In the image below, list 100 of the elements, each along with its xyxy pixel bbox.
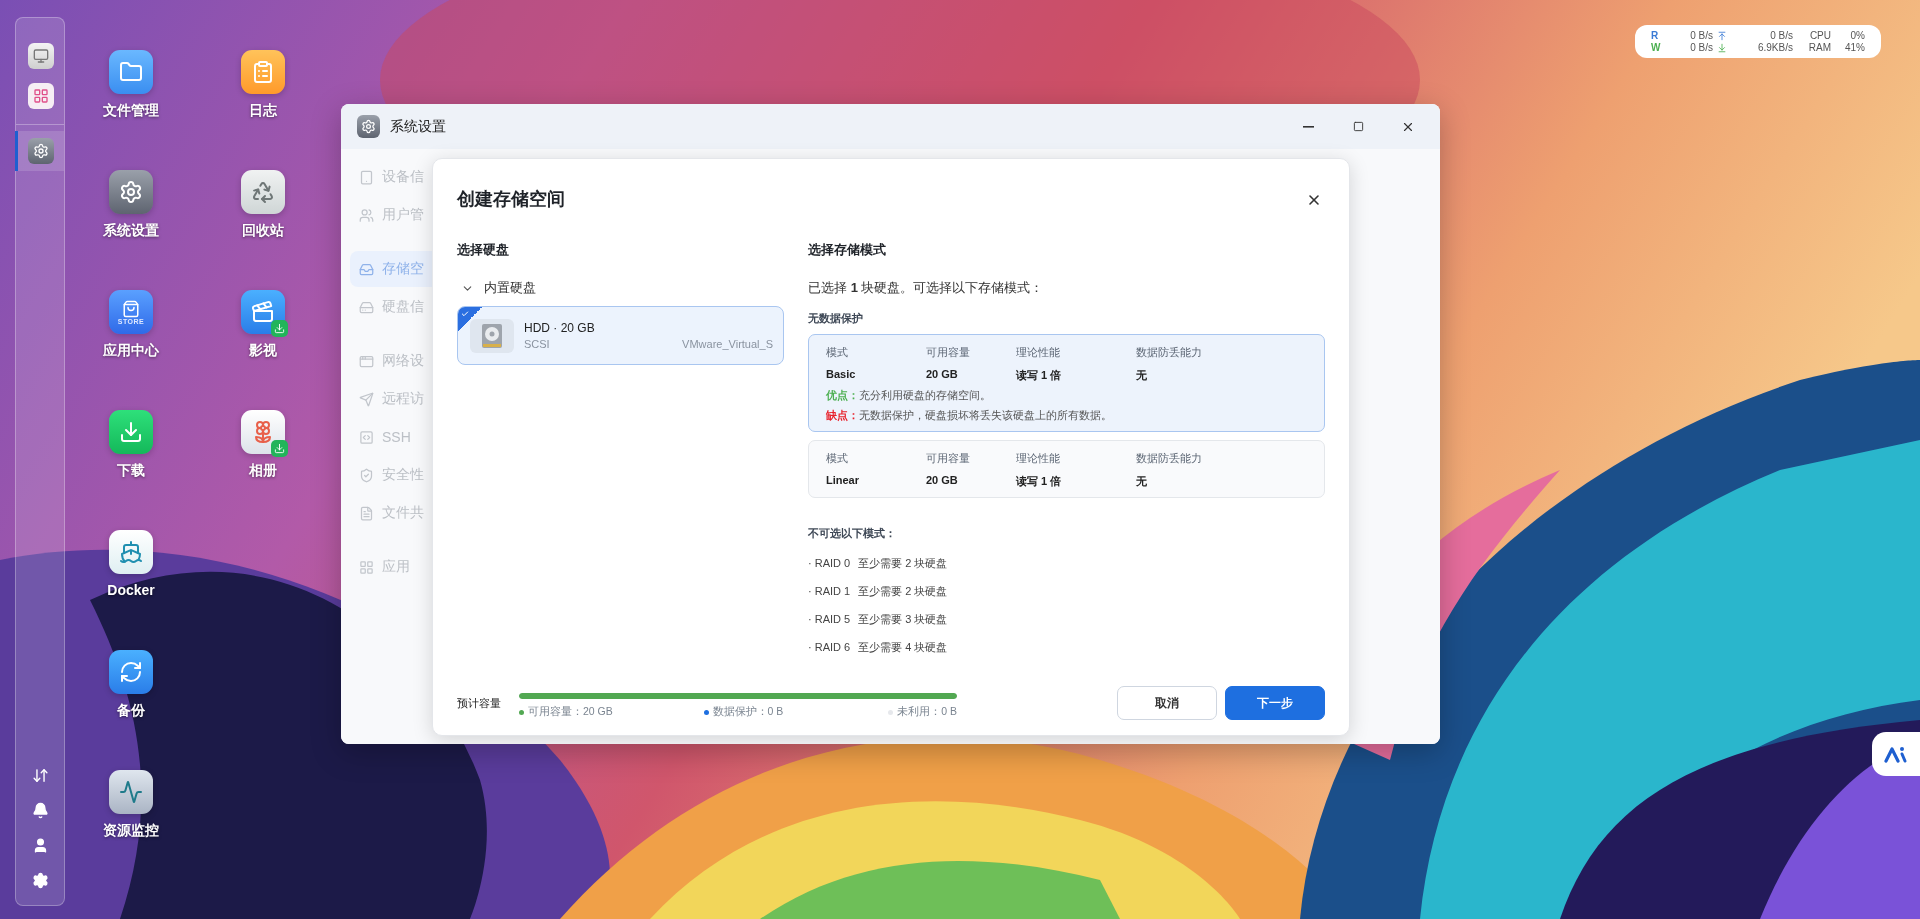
app-label[interactable]: 影视	[249, 342, 277, 360]
shield-icon	[359, 467, 374, 483]
download-app-icon[interactable]	[109, 410, 153, 454]
field-value: 读写 1 倍	[1016, 368, 1063, 383]
bell-icon[interactable]	[31, 802, 49, 819]
next-button[interactable]: 下一步	[1225, 686, 1325, 720]
clapper-app-icon[interactable]	[241, 290, 285, 334]
mode-card[interactable]: 模式 可用容量 理论性能 数据防丢能力 Linear 20 GB 读写 1 倍 无	[808, 440, 1325, 498]
cons-text: 缺点：无数据保护，硬盘损坏将丢失该硬盘上的所有数据。	[826, 409, 1113, 423]
app-label[interactable]: 应用中心	[103, 342, 159, 360]
field-value: 无	[1136, 474, 1148, 489]
app-label[interactable]: 文件管理	[103, 102, 159, 120]
legend-label: 数据保护：0 B	[712, 705, 784, 719]
assistant-button[interactable]	[1872, 732, 1920, 776]
folder-app-icon[interactable]	[109, 50, 153, 94]
app-label[interactable]: Docker	[107, 582, 155, 598]
field-value: Basic	[826, 368, 857, 382]
app-label[interactable]: 下载	[117, 462, 145, 480]
disk-label: R	[1651, 29, 1660, 42]
app-label[interactable]: 备份	[117, 702, 145, 720]
category-heading: 无数据保护	[808, 311, 864, 326]
summary-text: 已选择 1 块硬盘。可选择以下存储模式：	[808, 279, 1045, 297]
file-icon	[359, 505, 374, 521]
grid-icon	[359, 559, 374, 575]
settings-icon	[33, 143, 49, 159]
drive-icon	[359, 299, 374, 315]
field-value: 20 GB	[926, 368, 959, 382]
inbox-icon	[359, 261, 374, 277]
maximize-icon	[1352, 121, 1364, 132]
raid-mode: · RAID 6	[808, 641, 851, 653]
transfer-icon[interactable]	[31, 767, 49, 784]
capacity-label: 预计容量	[457, 695, 501, 711]
whale-app-icon[interactable]	[109, 530, 153, 574]
dock-item[interactable]	[15, 131, 64, 171]
group-label: 内置硬盘	[484, 279, 536, 297]
upload-icon	[1717, 30, 1727, 41]
settings-icon	[357, 115, 380, 138]
bag-icon	[122, 299, 140, 318]
metric-label: CPU	[1808, 29, 1831, 42]
section-heading: 选择存储模式	[808, 241, 887, 259]
disk-rate: 0 B/s	[1689, 29, 1713, 42]
metric-value: 0%	[1849, 29, 1865, 42]
dialog-title: 创建存储空间	[457, 188, 565, 211]
field-label: 可用容量	[926, 451, 971, 466]
network-rate: 0 B/s	[1769, 29, 1793, 42]
field-label: 理论性能	[1016, 451, 1061, 466]
raid-requirement: 至少需要 2 块硬盘	[858, 555, 948, 571]
field-value: 读写 1 倍	[1016, 474, 1063, 489]
raid-mode: · RAID 5	[808, 613, 851, 625]
window-icon	[359, 353, 374, 369]
disk-name: HDD · 20 GB	[524, 321, 596, 335]
code-icon	[359, 429, 374, 445]
raid-mode: · RAID 0	[808, 557, 851, 569]
unavailable-heading: 不可选以下模式：	[808, 526, 897, 541]
monitor-icon	[33, 48, 49, 64]
section-heading: 选择硬盘	[457, 241, 510, 259]
legend-label: 未利用：0 B	[897, 705, 957, 719]
close-icon	[1306, 192, 1322, 208]
disk-bus: SCSI	[524, 338, 551, 350]
app-label[interactable]: 系统设置	[103, 222, 159, 240]
download-icon	[1717, 42, 1727, 53]
settings-app-icon[interactable]	[109, 170, 153, 214]
legend-label: 可用容量：20 GB	[528, 705, 613, 719]
app-label[interactable]: 日志	[249, 102, 277, 120]
field-label: 数据防丢能力	[1136, 451, 1203, 466]
assistant-icon	[1884, 745, 1908, 763]
raid-requirement: 至少需要 3 块硬盘	[858, 611, 948, 627]
settings-icon[interactable]	[31, 872, 49, 889]
recycle-app-icon[interactable]	[241, 170, 285, 214]
raid-requirement: 至少需要 4 块硬盘	[858, 639, 948, 655]
field-value: Linear	[826, 474, 860, 488]
app-label[interactable]: 相册	[249, 462, 277, 480]
mode-card[interactable]: 模式 可用容量 理论性能 数据防丢能力 Basic 20 GB 读写 1 倍 无 优点：充分利用硬盘的存储空间。 缺点：无数据保护，硬盘损坏将丢失该硬盘上的所有数据。	[808, 334, 1325, 432]
disk-model: VMware_Virtual_S	[682, 338, 773, 350]
chart-app-icon[interactable]	[109, 770, 153, 814]
cancel-button[interactable]: 取消	[1117, 686, 1217, 720]
users-icon	[359, 207, 374, 223]
app-label[interactable]: 资源监控	[103, 822, 159, 840]
pros-text: 优点：充分利用硬盘的存储空间。	[826, 389, 992, 403]
field-label: 模式	[826, 345, 849, 360]
metric-value: 41%	[1844, 41, 1865, 54]
flower-app-icon[interactable]	[241, 410, 285, 454]
raid-requirement: 至少需要 2 块硬盘	[858, 583, 948, 599]
field-label: 模式	[826, 451, 849, 466]
sync-app-icon[interactable]	[109, 650, 153, 694]
grid-icon	[33, 88, 49, 104]
field-label: 理论性能	[1016, 345, 1061, 360]
field-value: 20 GB	[926, 474, 959, 488]
raid-mode: · RAID 1	[808, 585, 851, 597]
field-label: 可用容量	[926, 345, 971, 360]
tablet-icon	[359, 169, 374, 185]
disk-label: W	[1651, 41, 1662, 54]
disk-card[interactable]: HDD · 20 GB SCSI VMware_Virtual_S	[457, 306, 784, 365]
clipboard-app-icon[interactable]	[241, 50, 285, 94]
field-label: 数据防丢能力	[1136, 345, 1203, 360]
app-label[interactable]: 回收站	[242, 222, 284, 240]
network-rate: 6.9KB/s	[1756, 41, 1793, 54]
minimize-icon	[1302, 125, 1314, 128]
field-value: 无	[1136, 368, 1148, 383]
metric-label: RAM	[1807, 41, 1831, 54]
